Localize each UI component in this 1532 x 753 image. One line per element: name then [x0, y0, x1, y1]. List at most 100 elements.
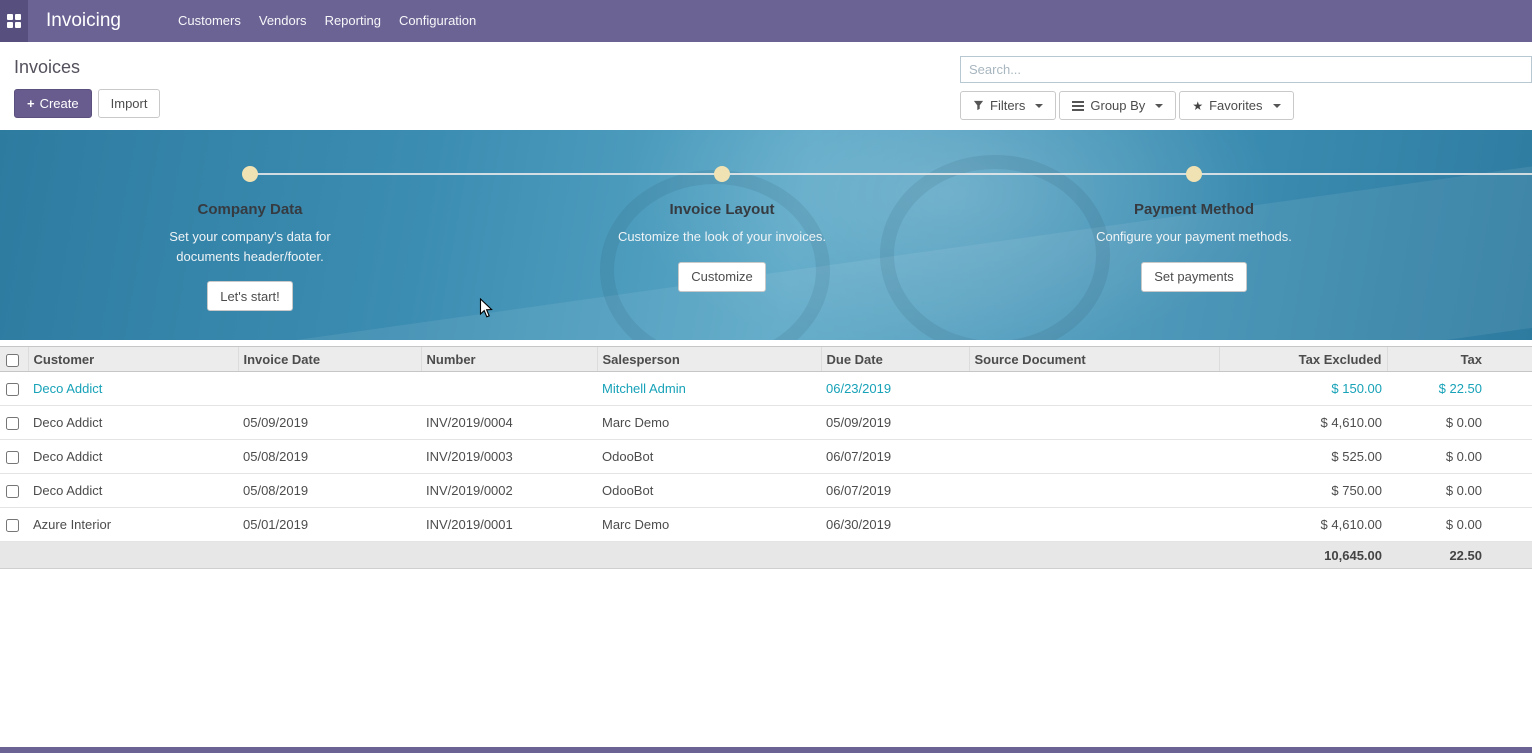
- table-header-row: Customer Invoice Date Number Salesperson…: [0, 347, 1532, 372]
- column-header-due-date[interactable]: Due Date: [821, 347, 969, 372]
- search-options: Filters Group By ★ Favorites: [960, 91, 1532, 120]
- search-input[interactable]: [960, 56, 1532, 83]
- row-select-cell[interactable]: [0, 406, 28, 440]
- number-cell[interactable]: INV/2019/0001: [421, 508, 597, 542]
- row-checkbox[interactable]: [6, 451, 19, 464]
- breadcrumb-page-title: Invoices: [14, 56, 160, 78]
- tax-cell[interactable]: $ 0.00: [1387, 406, 1532, 440]
- due-date-cell[interactable]: 06/07/2019: [821, 440, 969, 474]
- customer-cell[interactable]: Deco Addict: [28, 372, 238, 406]
- totals-spacer: [0, 542, 1219, 569]
- tax-excluded-cell[interactable]: $ 750.00: [1219, 474, 1387, 508]
- salesperson-cell[interactable]: OdooBot: [597, 474, 821, 508]
- source-document-cell[interactable]: [969, 372, 1219, 406]
- due-date-cell[interactable]: 06/30/2019: [821, 508, 969, 542]
- tax-excluded-cell[interactable]: $ 150.00: [1219, 372, 1387, 406]
- row-select-cell[interactable]: [0, 372, 28, 406]
- source-document-cell[interactable]: [969, 474, 1219, 508]
- customer-cell[interactable]: Azure Interior: [28, 508, 238, 542]
- invoice-list-table: Customer Invoice Date Number Salesperson…: [0, 346, 1532, 569]
- onboarding-step-payment-method: Payment Method Configure your payment me…: [958, 130, 1430, 311]
- select-all-checkbox[interactable]: [6, 354, 19, 367]
- select-all-cell[interactable]: [0, 347, 28, 372]
- filters-dropdown-button[interactable]: Filters: [960, 91, 1056, 120]
- number-cell[interactable]: INV/2019/0003: [421, 440, 597, 474]
- row-checkbox[interactable]: [6, 485, 19, 498]
- row-checkbox[interactable]: [6, 417, 19, 430]
- number-cell[interactable]: INV/2019/0004: [421, 406, 597, 440]
- source-document-cell[interactable]: [969, 440, 1219, 474]
- plus-icon: +: [27, 96, 35, 111]
- invoice-row[interactable]: Azure Interior05/01/2019INV/2019/0001Mar…: [0, 508, 1532, 542]
- onboarding-step-invoice-layout: Invoice Layout Customize the look of you…: [486, 130, 958, 311]
- filter-funnel-icon: [973, 100, 984, 111]
- menu-vendors[interactable]: Vendors: [250, 0, 316, 42]
- customer-cell[interactable]: Deco Addict: [28, 406, 238, 440]
- column-header-invoice-date[interactable]: Invoice Date: [238, 347, 421, 372]
- invoice-row[interactable]: Deco Addict05/08/2019INV/2019/0002OdooBo…: [0, 474, 1532, 508]
- salesperson-cell[interactable]: Marc Demo: [597, 508, 821, 542]
- tax-cell[interactable]: $ 0.00: [1387, 440, 1532, 474]
- apps-grid-icon: [7, 14, 21, 28]
- salesperson-cell[interactable]: Mitchell Admin: [597, 372, 821, 406]
- customize-button[interactable]: Customize: [678, 262, 765, 292]
- top-navbar: Invoicing Customers Vendors Reporting Co…: [0, 0, 1532, 42]
- create-button[interactable]: +Create: [14, 89, 92, 118]
- chevron-down-icon: [1035, 104, 1043, 108]
- row-checkbox[interactable]: [6, 383, 19, 396]
- step-title: Payment Method: [1134, 201, 1254, 218]
- step-title: Company Data: [197, 201, 302, 218]
- invoice-date-cell[interactable]: 05/01/2019: [238, 508, 421, 542]
- column-header-customer[interactable]: Customer: [28, 347, 238, 372]
- tax-excluded-cell[interactable]: $ 525.00: [1219, 440, 1387, 474]
- group-by-dropdown-button[interactable]: Group By: [1059, 91, 1176, 120]
- invoice-date-cell[interactable]: 05/08/2019: [238, 474, 421, 508]
- customer-cell[interactable]: Deco Addict: [28, 474, 238, 508]
- column-header-tax-excluded[interactable]: Tax Excluded: [1219, 347, 1387, 372]
- invoice-date-cell[interactable]: 05/08/2019: [238, 440, 421, 474]
- row-select-cell[interactable]: [0, 440, 28, 474]
- due-date-cell[interactable]: 06/07/2019: [821, 474, 969, 508]
- tax-excluded-cell[interactable]: $ 4,610.00: [1219, 508, 1387, 542]
- source-document-cell[interactable]: [969, 406, 1219, 440]
- invoice-date-cell[interactable]: [238, 372, 421, 406]
- bottom-accent-bar: [0, 747, 1532, 753]
- menu-customers[interactable]: Customers: [169, 0, 250, 42]
- column-header-number[interactable]: Number: [421, 347, 597, 372]
- invoice-row[interactable]: Deco Addict05/09/2019INV/2019/0004Marc D…: [0, 406, 1532, 440]
- column-header-source-document[interactable]: Source Document: [969, 347, 1219, 372]
- tax-cell[interactable]: $ 0.00: [1387, 474, 1532, 508]
- number-cell[interactable]: INV/2019/0002: [421, 474, 597, 508]
- tax-excluded-cell[interactable]: $ 4,610.00: [1219, 406, 1387, 440]
- favorites-dropdown-button[interactable]: ★ Favorites: [1179, 91, 1293, 120]
- apps-menu-button[interactable]: [0, 0, 28, 42]
- tax-cell[interactable]: $ 0.00: [1387, 508, 1532, 542]
- salesperson-cell[interactable]: Marc Demo: [597, 406, 821, 440]
- invoice-row[interactable]: Deco Addict Mitchell Admin06/23/2019 $ 150…: [0, 372, 1532, 406]
- menu-configuration[interactable]: Configuration: [390, 0, 485, 42]
- step-dot: [714, 166, 730, 182]
- number-cell[interactable]: [421, 372, 597, 406]
- app-brand-title[interactable]: Invoicing: [46, 10, 121, 32]
- menu-reporting[interactable]: Reporting: [316, 0, 390, 42]
- tax-cell[interactable]: $ 22.50: [1387, 372, 1532, 406]
- set-payments-button[interactable]: Set payments: [1141, 262, 1247, 292]
- totals-row: 10,645.00 22.50: [0, 542, 1532, 569]
- row-select-cell[interactable]: [0, 508, 28, 542]
- due-date-cell[interactable]: 06/23/2019: [821, 372, 969, 406]
- customer-cell[interactable]: Deco Addict: [28, 440, 238, 474]
- lets-start-button[interactable]: Let's start!: [207, 281, 293, 311]
- row-select-cell[interactable]: [0, 474, 28, 508]
- invoice-row[interactable]: Deco Addict05/08/2019INV/2019/0003OdooBo…: [0, 440, 1532, 474]
- import-button[interactable]: Import: [98, 89, 161, 118]
- invoice-table-body: Deco Addict Mitchell Admin06/23/2019 $ 150…: [0, 372, 1532, 542]
- column-header-salesperson[interactable]: Salesperson: [597, 347, 821, 372]
- source-document-cell[interactable]: [969, 508, 1219, 542]
- salesperson-cell[interactable]: OdooBot: [597, 440, 821, 474]
- due-date-cell[interactable]: 05/09/2019: [821, 406, 969, 440]
- group-by-lines-icon: [1072, 101, 1084, 111]
- row-checkbox[interactable]: [6, 519, 19, 532]
- invoice-date-cell[interactable]: 05/09/2019: [238, 406, 421, 440]
- app-menus: Customers Vendors Reporting Configuratio…: [169, 0, 485, 42]
- column-header-tax[interactable]: Tax: [1387, 347, 1532, 372]
